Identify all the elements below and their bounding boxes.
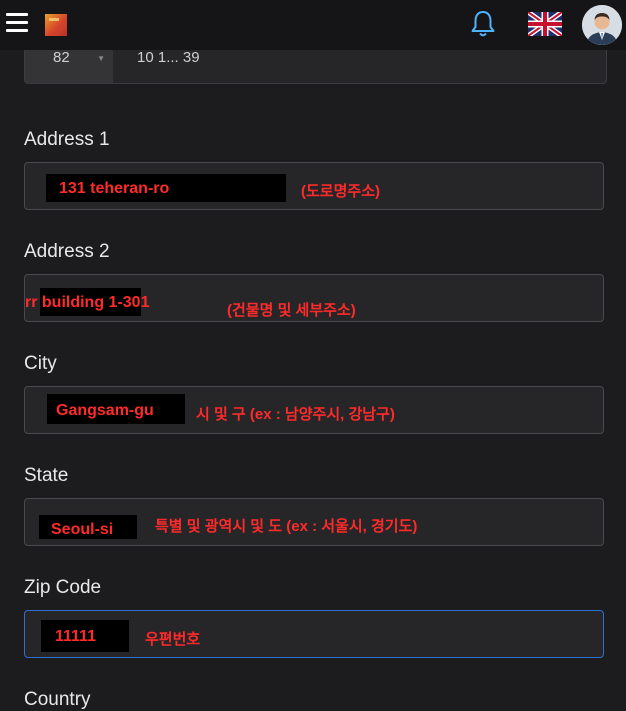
city-label: City [24, 353, 57, 374]
state-value: Seoul-si [51, 521, 114, 538]
address1-hint: (도로명주소) [301, 183, 380, 200]
zip-code-hint: 우편번호 [145, 631, 201, 648]
avatar-image [582, 5, 622, 45]
address1-input[interactable]: 131 teheran-ro (도로명주소) [24, 162, 604, 210]
uk-flag-icon[interactable] [528, 12, 562, 36]
state-label: State [24, 465, 69, 486]
phone-country-code: 82 [53, 49, 70, 66]
user-avatar[interactable] [582, 5, 622, 45]
state-input[interactable]: Seoul-si 특별 및 광역시 및 도 (ex : 서울시, 경기도) [24, 498, 604, 546]
zip-code-value: 11111 [55, 628, 96, 645]
hamburger-menu-icon[interactable] [6, 13, 28, 33]
city-hint: 시 및 구 (ex : 남양주시, 강남구) [196, 406, 395, 423]
address2-value: rr building 1-301 [25, 294, 150, 311]
app-logo[interactable] [45, 14, 67, 36]
state-hint: 특별 및 광역시 및 도 (ex : 서울시, 경기도) [155, 518, 418, 535]
address2-label: Address 2 [24, 241, 110, 262]
address1-label: Address 1 [24, 129, 110, 150]
phone-number-value: 10 1... 39 [137, 49, 200, 66]
address1-value: 131 teheran-ro [59, 180, 170, 197]
top-navigation-bar [0, 0, 626, 50]
address2-hint: (건물명 및 세부주소) [227, 302, 356, 319]
bell-icon[interactable] [469, 9, 497, 39]
zip-code-input[interactable]: 11111 우편번호 [24, 610, 604, 658]
city-value: Gangsam-gu [56, 402, 154, 419]
chevron-down-icon: ▼ [97, 54, 105, 63]
country-label: Country [24, 689, 91, 710]
city-input[interactable]: Gangsam-gu 시 및 구 (ex : 남양주시, 강남구) [24, 386, 604, 434]
zip-code-label: Zip Code [24, 577, 102, 598]
address2-input[interactable]: rr building 1-301 (건물명 및 세부주소) [24, 274, 604, 322]
